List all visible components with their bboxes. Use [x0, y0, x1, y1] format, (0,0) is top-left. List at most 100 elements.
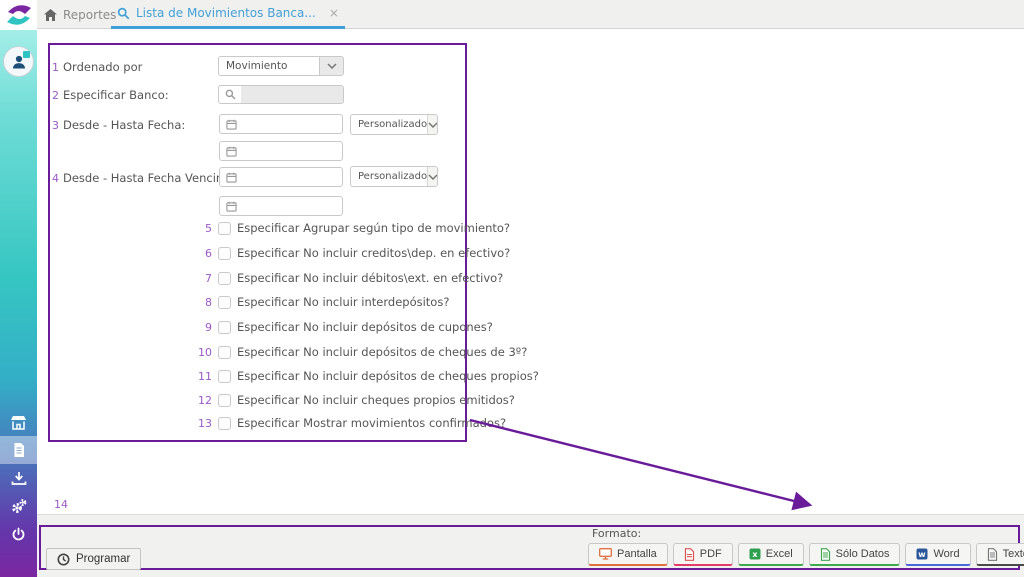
select-value: Personalizado — [351, 119, 427, 130]
tab-lista-movimientos[interactable]: Lista de Movimientos Banca... × — [111, 0, 345, 29]
checkbox-row: 11 Especificar No incluir depósitos de c… — [194, 369, 539, 383]
select-value: Movimiento — [219, 60, 319, 72]
calendar-icon — [220, 119, 242, 130]
checkbox[interactable] — [218, 247, 231, 260]
checkbox[interactable] — [218, 417, 231, 430]
field-number: 11 — [194, 370, 212, 383]
sidebar-item-download[interactable] — [0, 464, 37, 492]
button-label: Pantalla — [617, 548, 657, 560]
field-number: 4 — [52, 172, 59, 185]
calendar-icon — [220, 172, 242, 183]
svg-text:w: w — [919, 550, 927, 559]
power-icon — [11, 527, 26, 542]
programar-label: Programar — [76, 553, 130, 565]
button-label: PDF — [700, 548, 722, 560]
formato-label: Formato: — [592, 527, 641, 540]
pdf-button[interactable]: PDF — [673, 543, 733, 566]
status-badge — [23, 51, 30, 58]
checkbox-label: Especificar No incluir creditos\dep. en … — [237, 246, 510, 260]
tab-label: Reportes — [63, 8, 116, 22]
checkbox[interactable] — [218, 370, 231, 383]
gear-icon — [11, 498, 27, 514]
checkbox[interactable] — [218, 346, 231, 359]
close-icon[interactable]: × — [329, 6, 339, 20]
data-file-icon — [820, 548, 831, 561]
checkbox-label: Especificar No incluir depósitos de cheq… — [237, 345, 527, 359]
field-number: 2 — [52, 89, 59, 102]
button-label: Word — [933, 548, 959, 560]
checkbox-row: 10 Especificar No incluir depósitos de c… — [194, 345, 527, 359]
checkbox-label: Especificar Agrupar según tipo de movimi… — [237, 221, 510, 235]
field-label-ordenado-por: 1 Ordenado por — [52, 57, 142, 77]
word-button[interactable]: w Word — [905, 543, 970, 566]
calendar-icon — [220, 201, 242, 212]
checkbox-row: 12 Especificar No incluir cheques propio… — [194, 393, 515, 407]
field-label-desde-hasta-fecha: 3 Desde - Hasta Fecha: — [52, 115, 185, 135]
field-number: 12 — [194, 394, 212, 407]
sidebar-item-settings[interactable] — [0, 492, 37, 520]
chevron-down-icon[interactable] — [427, 167, 438, 186]
sidebar-item-store[interactable] — [0, 408, 37, 436]
disabled-field-area — [241, 86, 343, 103]
logo-icon — [5, 3, 33, 27]
field-number: 8 — [194, 296, 212, 309]
excel-button[interactable]: x Excel — [738, 543, 804, 566]
text-file-icon — [987, 548, 998, 561]
ordenado-por-select[interactable]: Movimiento — [218, 56, 344, 76]
field-number: 6 — [194, 247, 212, 260]
checkbox-label: Especificar No incluir cheques propios e… — [237, 393, 515, 407]
checkbox[interactable] — [218, 272, 231, 285]
fecha-hasta-input[interactable] — [219, 141, 343, 161]
texto-button[interactable]: Texto — [976, 543, 1024, 566]
field-number: 5 — [194, 222, 212, 235]
checkbox-label: Especificar No incluir interdepósitos? — [237, 295, 449, 309]
fecha-desde-input[interactable] — [219, 114, 343, 134]
field-number-14: 14 — [54, 498, 68, 511]
search-icon — [117, 7, 130, 20]
chevron-down-icon[interactable] — [427, 115, 438, 134]
checkbox-row: 5 Especificar Agrupar según tipo de movi… — [194, 221, 510, 235]
download-icon — [11, 471, 27, 486]
chevron-down-icon[interactable] — [319, 57, 343, 75]
checkbox-row: 7 Especificar No incluir débitos\ext. en… — [194, 271, 503, 285]
programar-button[interactable]: Programar — [46, 548, 141, 570]
app-logo[interactable] — [0, 0, 37, 30]
pdf-file-icon — [684, 548, 695, 561]
sidebar — [0, 0, 37, 577]
field-number: 1 — [52, 61, 59, 74]
checkbox-row: 13 Especificar Mostrar movimientos confi… — [194, 416, 506, 430]
checkbox[interactable] — [218, 394, 231, 407]
checkbox-label: Especificar No incluir depósitos de cupo… — [237, 320, 493, 334]
pantalla-button[interactable]: Pantalla — [588, 543, 668, 566]
vencimiento-preset-select[interactable]: Personalizado — [350, 166, 438, 187]
word-file-icon: w — [916, 548, 928, 560]
clock-icon — [57, 553, 70, 566]
button-label: Excel — [766, 548, 793, 560]
field-number: 3 — [52, 119, 59, 132]
select-value: Personalizado — [351, 171, 427, 182]
solo-datos-button[interactable]: Sólo Datos — [809, 543, 901, 566]
checkbox[interactable] — [218, 222, 231, 235]
field-label: Ordenado por — [63, 60, 142, 74]
vencimiento-desde-input[interactable] — [219, 167, 343, 187]
user-avatar[interactable] — [3, 46, 34, 77]
svg-text:x: x — [752, 550, 758, 559]
store-icon — [10, 415, 27, 430]
field-label: Desde - Hasta Fecha: — [63, 118, 185, 132]
checkbox[interactable] — [218, 296, 231, 309]
fecha-preset-select[interactable]: Personalizado — [350, 114, 438, 135]
sidebar-item-documents[interactable] — [0, 436, 37, 464]
tab-reportes[interactable]: Reportes — [44, 0, 116, 29]
search-icon — [219, 89, 241, 100]
field-number: 10 — [194, 346, 212, 359]
checkbox-row: 9 Especificar No incluir depósitos de cu… — [194, 320, 493, 334]
sidebar-item-power[interactable] — [0, 520, 37, 548]
checkbox[interactable] — [218, 321, 231, 334]
checkbox-label: Especificar No incluir depósitos de cheq… — [237, 369, 539, 383]
field-label: Especificar Banco: — [63, 88, 169, 102]
field-number: 9 — [194, 321, 212, 334]
banco-search-input[interactable] — [218, 85, 344, 104]
vencimiento-hasta-input[interactable] — [219, 196, 343, 216]
field-number: 13 — [194, 417, 212, 430]
monitor-icon — [599, 548, 612, 560]
